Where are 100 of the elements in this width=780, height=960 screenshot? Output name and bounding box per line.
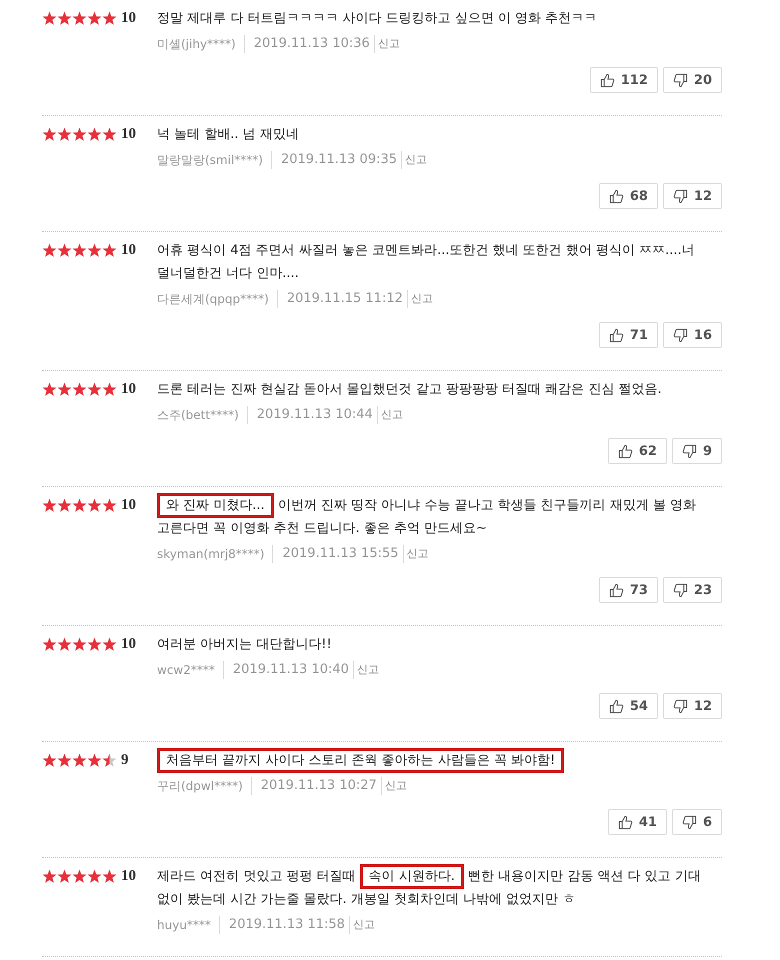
score: 10 — [120, 496, 137, 515]
review-text: 정말 제대루 다 터트림ㅋㅋㅋㅋ 사이다 드링킹하고 싶으면 이 영화 추천ㅋㅋ — [157, 10, 598, 28]
star-icon — [42, 11, 57, 26]
score: 10 — [120, 867, 137, 886]
star-icon — [102, 382, 117, 397]
star-icon — [87, 498, 102, 513]
score: 10 — [120, 380, 137, 399]
star-icon — [72, 753, 87, 768]
star-icon — [57, 243, 72, 258]
thumbs-up-icon — [600, 72, 615, 88]
star-icon — [87, 382, 102, 397]
star-icon — [102, 498, 117, 513]
star-icon — [57, 127, 72, 142]
author-name: 스주(bett****) — [157, 406, 248, 424]
thumbs-up-icon — [618, 814, 633, 830]
author-name: 꾸리(dpwl****) — [157, 777, 252, 795]
dislike-button[interactable]: 6 — [672, 809, 722, 835]
review-date: 2019.11.13 11:58 — [220, 916, 350, 934]
star-icon — [42, 869, 57, 884]
report-link[interactable]: 신고 — [350, 916, 375, 934]
like-button[interactable]: 73 — [598, 577, 658, 603]
star-icon — [87, 243, 102, 258]
review-text: 여러분 아버지는 대단합니다!! — [157, 636, 333, 654]
score: 10 — [120, 9, 137, 28]
report-link[interactable]: 신고 — [382, 777, 407, 795]
star-icon — [72, 498, 87, 513]
score: 10 — [120, 125, 137, 144]
star-icon — [102, 753, 117, 768]
star-icon — [42, 637, 57, 652]
score: 10 — [120, 635, 137, 654]
star-icon — [42, 753, 57, 768]
report-link[interactable]: 신고 — [402, 151, 428, 169]
like-button[interactable]: 68 — [598, 183, 658, 209]
thumbs-down-icon — [682, 814, 697, 830]
star-icon — [42, 127, 57, 142]
star-icon — [72, 243, 87, 258]
thumbs-up-icon — [608, 188, 624, 204]
author-name: skyman(mrj8****) — [157, 545, 274, 563]
star-icon — [87, 637, 102, 652]
score: 9 — [120, 751, 130, 770]
author-name: 미셸(jihy****) — [157, 35, 245, 53]
review-date: 2019.11.13 09:35 — [272, 151, 402, 169]
report-link[interactable]: 신고 — [354, 661, 379, 679]
report-link[interactable]: 신고 — [404, 545, 429, 563]
author-name: 다른세계(qpqp****) — [157, 290, 278, 308]
star-icon — [102, 637, 117, 652]
star-icon — [87, 127, 102, 142]
dislike-button[interactable]: 23 — [662, 577, 722, 603]
report-link[interactable]: 신고 — [378, 406, 403, 424]
dislike-button[interactable]: 12 — [662, 693, 722, 719]
thumbs-up-icon — [608, 582, 624, 598]
dislike-button[interactable]: 20 — [662, 67, 722, 93]
like-button[interactable]: 41 — [608, 809, 667, 835]
thumbs-down-icon — [672, 698, 688, 714]
thumbs-down-icon — [672, 582, 688, 598]
report-link[interactable]: 신고 — [374, 35, 400, 53]
star-icon — [102, 11, 117, 26]
author-name: wcw2**** — [157, 661, 224, 679]
review-text: 와 진짜 미쳤다... 이번꺼 진짜 띵작 아니냐 수능 끝나고 학생들 친구들끼리 재밌게 볼 영화 고른다면 꼭 이영화 추천 드립니다. 좋은 추억 만드세요~ — [157, 494, 722, 540]
star-icon — [87, 753, 102, 768]
star-icon — [72, 637, 87, 652]
author-name: 말랑말랑(smil****) — [157, 151, 272, 169]
review-date: 2019.11.13 15:55 — [273, 545, 404, 563]
like-button[interactable]: 71 — [598, 322, 658, 348]
review-text: 어휴 평식이 4점 주면서 싸질러 놓은 코멘트봐라...또한건 했네 또한건 했어 평식이 ㅉㅉ....너덜너덜한건 너다 인마.... — [157, 242, 696, 283]
review-date: 2019.11.13 10:36 — [244, 35, 375, 53]
like-button[interactable]: 112 — [590, 67, 658, 93]
star-icon — [57, 637, 72, 652]
thumbs-down-icon — [672, 188, 688, 204]
star-icon — [42, 382, 57, 397]
thumbs-down-icon — [672, 72, 688, 88]
dislike-button[interactable]: 9 — [672, 438, 722, 464]
star-icon — [57, 753, 72, 768]
dislike-button[interactable]: 12 — [662, 183, 722, 209]
thumbs-down-icon — [682, 444, 697, 458]
review-text: 드론 테러는 진짜 현실감 돋아서 몰입했던것 같고 팡팡팡팡 터질때 쾌감은 진심 쩔었음. — [157, 381, 663, 399]
star-icon — [102, 243, 117, 258]
report-link[interactable]: 신고 — [408, 290, 433, 308]
review-date: 2019.11.15 11:12 — [278, 290, 408, 308]
star-icon — [42, 243, 57, 258]
score: 10 — [120, 241, 137, 260]
author-name: huyu**** — [157, 916, 220, 934]
thumbs-up-icon — [618, 444, 633, 458]
dislike-button[interactable]: 16 — [662, 322, 722, 348]
like-button[interactable]: 62 — [608, 438, 667, 464]
review-date: 2019.11.13 10:40 — [224, 661, 354, 679]
review-date: 2019.11.13 10:44 — [248, 406, 378, 424]
star-icon — [72, 382, 87, 397]
star-icon — [72, 869, 87, 884]
star-icon — [72, 11, 87, 26]
thumbs-down-icon — [672, 328, 688, 342]
star-icon — [102, 127, 117, 142]
review-text: 넉 놀테 할배.. 넘 재밌네 — [157, 126, 300, 144]
star-icon — [102, 869, 117, 884]
thumbs-up-icon — [608, 698, 624, 714]
star-icon — [42, 498, 57, 513]
star-icon — [87, 869, 102, 884]
star-icon — [57, 11, 72, 26]
like-button[interactable]: 54 — [598, 693, 658, 719]
star-icon — [57, 498, 72, 513]
